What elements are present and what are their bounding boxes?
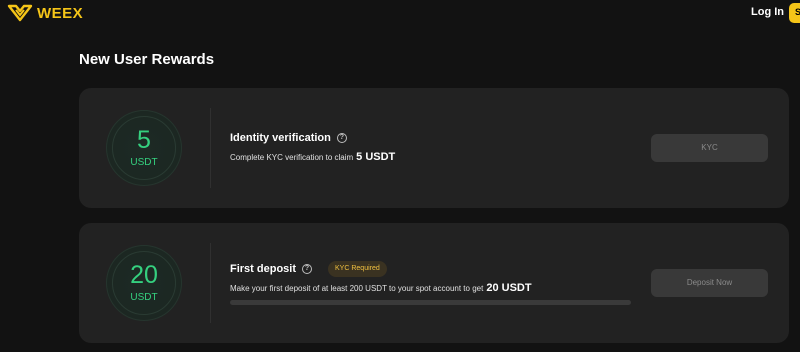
top-nav: WEEX Log In S bbox=[0, 0, 800, 28]
question-circle-icon[interactable]: ? bbox=[302, 264, 313, 274]
task-reward: 5 USDT bbox=[356, 151, 396, 163]
reward-amount-badge: 5 USDT bbox=[106, 110, 182, 186]
card-divider bbox=[210, 108, 211, 188]
task-title: Identity verification bbox=[230, 132, 331, 144]
reward-amount: 5 bbox=[137, 126, 151, 154]
signup-button-label: S bbox=[795, 7, 800, 17]
signup-button[interactable]: S bbox=[789, 3, 800, 23]
kyc-required-badge: KYC Required bbox=[328, 261, 387, 277]
page: WEEX Log In S New User Rewards 5 USDT Id… bbox=[0, 0, 800, 352]
page-title: New User Rewards bbox=[79, 51, 215, 68]
deposit-progress-bar bbox=[230, 300, 631, 305]
task-description-text: Make your first deposit of at least 200 … bbox=[230, 284, 484, 293]
task-title-row: First deposit ? KYC Required bbox=[230, 261, 387, 277]
reward-unit: USDT bbox=[130, 292, 158, 303]
reward-amount: 20 bbox=[130, 261, 158, 289]
reward-card-first-deposit: 20 USDT First deposit ? KYC Required Mak… bbox=[79, 223, 789, 343]
deposit-now-button[interactable]: Deposit Now bbox=[651, 269, 768, 297]
task-title-row: Identity verification ? bbox=[230, 132, 347, 144]
kyc-button[interactable]: KYC bbox=[651, 134, 768, 162]
weex-logo[interactable]: WEEX bbox=[7, 4, 83, 22]
card-divider bbox=[210, 243, 211, 323]
question-circle-icon[interactable]: ? bbox=[336, 133, 347, 143]
reward-amount-badge: 20 USDT bbox=[106, 245, 182, 321]
reward-unit: USDT bbox=[130, 157, 158, 168]
task-title: First deposit bbox=[230, 263, 297, 275]
reward-card-identity-verification: 5 USDT Identity verification ? Complete … bbox=[79, 88, 789, 208]
weex-logo-icon bbox=[7, 4, 33, 22]
task-reward: 20 USDT bbox=[486, 282, 532, 294]
task-description: Complete KYC verification to claim 5 USD… bbox=[230, 151, 395, 163]
task-description: Make your first deposit of at least 200 … bbox=[230, 282, 532, 294]
brand-name: WEEX bbox=[37, 4, 84, 22]
task-description-text: Complete KYC verification to claim bbox=[230, 153, 354, 162]
login-link[interactable]: Log In bbox=[751, 6, 784, 18]
